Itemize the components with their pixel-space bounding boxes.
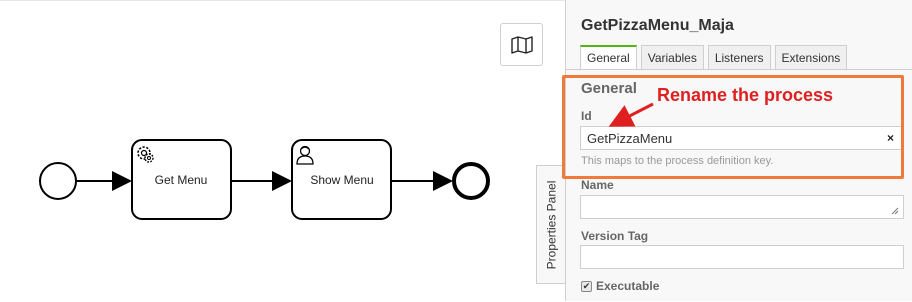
- task-label: Show Menu: [310, 173, 373, 187]
- bpmn-diagram: Get Menu Show Menu: [39, 139, 490, 220]
- version-tag-input[interactable]: [580, 245, 904, 269]
- name-textarea[interactable]: [580, 195, 904, 219]
- minimap-toggle-button[interactable]: [500, 23, 543, 66]
- tab-listeners[interactable]: Listeners: [707, 45, 771, 69]
- properties-panel-toggle[interactable]: Properties Panel: [536, 165, 565, 284]
- executable-row: ✔ Executable: [581, 279, 659, 293]
- tab-extensions[interactable]: Extensions: [774, 45, 848, 69]
- task-show-menu[interactable]: Show Menu: [291, 139, 392, 220]
- properties-panel-toggle-label: Properties Panel: [544, 180, 558, 269]
- id-hint: This maps to the process definition key.: [581, 155, 774, 167]
- tabs-divider: [566, 69, 912, 70]
- map-icon: [510, 35, 533, 54]
- diagram-canvas[interactable]: Get Menu Show Menu: [0, 0, 565, 301]
- version-tag-label: Version Tag: [581, 229, 649, 243]
- panel-title: GetPizzaMenu_Maja: [581, 17, 734, 34]
- resize-grip-icon[interactable]: [891, 207, 899, 215]
- group-title: General: [581, 80, 637, 97]
- panel-tabs: General Variables Listeners Extensions: [580, 45, 848, 69]
- tab-variables[interactable]: Variables: [640, 45, 704, 69]
- start-event[interactable]: [39, 162, 77, 200]
- id-input[interactable]: [580, 126, 904, 150]
- task-label: Get Menu: [155, 173, 208, 187]
- tab-general[interactable]: General: [580, 45, 637, 69]
- task-get-menu[interactable]: Get Menu: [131, 139, 232, 220]
- executable-label: Executable: [596, 279, 660, 293]
- end-event[interactable]: [452, 162, 490, 200]
- properties-panel: GetPizzaMenu_Maja General Variables List…: [565, 0, 912, 301]
- executable-checkbox[interactable]: ✔: [581, 280, 592, 292]
- clear-id-button[interactable]: ×: [887, 131, 894, 145]
- annotation-text: Rename the process: [657, 85, 834, 105]
- id-label: Id: [581, 109, 592, 123]
- name-label: Name: [581, 178, 614, 192]
